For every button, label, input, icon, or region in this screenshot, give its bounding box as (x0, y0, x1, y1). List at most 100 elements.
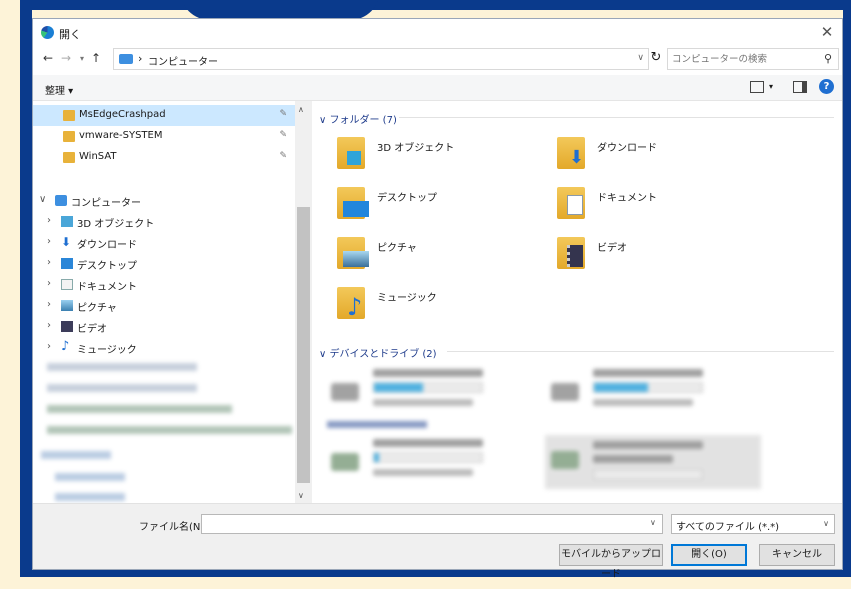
view-options-chevron-icon[interactable]: ▾ (769, 82, 773, 91)
nav-item-downloads[interactable]: › ⬇ ダウンロード (33, 232, 295, 253)
collapse-chevron-icon[interactable]: ∨ (39, 194, 46, 205)
change-view-icon[interactable] (750, 81, 764, 93)
nav-item-label: ミュージック (77, 345, 137, 356)
scroll-up-icon[interactable]: ∧ (298, 105, 304, 114)
drive-usage-fill (374, 453, 380, 462)
network-drive-tile[interactable] (331, 437, 541, 487)
nav-item-winsat[interactable]: WinSAT ✎ (33, 147, 295, 168)
expand-chevron-icon[interactable]: › (47, 215, 51, 226)
redacted-network-drive-entry[interactable] (47, 405, 232, 413)
close-icon[interactable]: ✕ (818, 23, 836, 41)
nav-item-documents[interactable]: › ドキュメント (33, 274, 295, 295)
up-arrow-icon[interactable]: ↑ (89, 51, 103, 65)
redacted-network-entry[interactable] (55, 473, 125, 481)
drive-tile[interactable] (551, 367, 761, 417)
file-type-value: すべてのファイル (*.*) (676, 522, 780, 533)
expand-chevron-icon[interactable]: › (47, 278, 51, 289)
open-button[interactable]: 開く(O) (671, 544, 747, 566)
recent-locations-chevron-icon[interactable]: ▾ (75, 54, 89, 63)
folder-tile-downloads[interactable]: ⬇ ダウンロード (557, 135, 767, 179)
file-name-field[interactable] (201, 514, 663, 534)
forward-arrow-icon[interactable]: → (59, 51, 73, 65)
network-drive-tile[interactable] (545, 435, 761, 489)
nav-item-desktop[interactable]: › デスクトップ (33, 253, 295, 274)
nav-scrollbar-thumb[interactable] (297, 207, 310, 483)
pin-icon[interactable]: ✎ (279, 130, 287, 140)
folder-icon (63, 131, 75, 142)
network-drive-icon (331, 453, 359, 471)
nav-item-label: MsEdgeCrashpad (79, 109, 166, 120)
drives-group-header[interactable]: ∨ デバイスとドライブ (2) (319, 345, 834, 360)
nav-item-videos[interactable]: › ビデオ (33, 316, 295, 337)
redacted-drive-entry[interactable] (47, 363, 197, 371)
nav-item-pictures[interactable]: › ピクチャ (33, 295, 295, 316)
expand-chevron-icon[interactable]: › (47, 320, 51, 331)
refresh-icon[interactable]: ↻ (647, 50, 665, 65)
search-input[interactable] (672, 51, 812, 67)
group-divider (399, 117, 834, 118)
redacted-network-drive-entry[interactable] (47, 426, 292, 434)
folder-tile-music[interactable]: ♪ ミュージック (337, 285, 547, 329)
folder-tile-pictures[interactable]: ピクチャ (337, 235, 547, 279)
nav-item-computer[interactable]: ∨ コンピューター (33, 190, 295, 211)
group-chevron-icon: ∨ (319, 115, 330, 126)
drive-name-redacted (593, 441, 703, 449)
search-icon[interactable]: ⚲ (824, 52, 832, 65)
decorative-frame-left (20, 0, 32, 577)
3d-objects-icon (347, 151, 361, 165)
nav-item-msedgecrashpad[interactable]: MsEdgeCrashpad ✎ (33, 105, 295, 126)
drive-name-redacted (373, 439, 483, 447)
folder-label: デスクトップ (377, 193, 437, 204)
folders-group-header[interactable]: ∨ フォルダー (7) (319, 111, 834, 126)
scroll-down-icon[interactable]: ∨ (298, 491, 304, 500)
organize-menu[interactable]: 整理 ▾ (45, 82, 73, 97)
file-name-dropdown-icon[interactable]: ∨ (650, 518, 656, 527)
folder-tile-videos[interactable]: ビデオ (557, 235, 767, 279)
pin-icon[interactable]: ✎ (279, 109, 287, 119)
nav-item-label: 3D オブジェクト (77, 219, 155, 230)
nav-item-3d-objects[interactable]: › 3D オブジェクト (33, 211, 295, 232)
cancel-button[interactable]: キャンセル (759, 544, 835, 566)
drive-usage-bar (593, 382, 703, 393)
expand-chevron-icon[interactable]: › (47, 236, 51, 247)
preview-pane-icon[interactable] (793, 81, 807, 93)
search-box[interactable]: ⚲ (667, 48, 839, 70)
drive-free-space-redacted (373, 469, 473, 476)
music-icon: ♪ (347, 293, 363, 321)
folder-label: ビデオ (597, 243, 627, 254)
drive-tile[interactable] (331, 367, 541, 417)
network-locations-header-redacted[interactable] (327, 421, 427, 428)
address-bar[interactable]: › コンピューター ∨ (113, 48, 649, 70)
expand-chevron-icon[interactable]: › (47, 299, 51, 310)
breadcrumb-chevron-icon[interactable]: › (138, 52, 142, 65)
folder-tile-documents[interactable]: ドキュメント (557, 185, 767, 229)
pictures-icon (343, 251, 369, 267)
expand-chevron-icon[interactable]: › (47, 257, 51, 268)
edge-icon (41, 26, 54, 39)
folder-tile-3d-objects[interactable]: 3D オブジェクト (337, 135, 547, 179)
redacted-network-entry[interactable] (55, 493, 125, 501)
expand-chevron-icon[interactable]: › (47, 341, 51, 352)
back-arrow-icon[interactable]: ← (41, 51, 55, 65)
dialog-title: 開く (59, 28, 81, 41)
breadcrumb-location[interactable]: コンピューター (148, 53, 218, 68)
pin-icon[interactable]: ✎ (279, 151, 287, 161)
file-type-dropdown-icon[interactable]: ∨ (823, 519, 829, 528)
help-icon[interactable]: ? (819, 79, 834, 94)
open-file-dialog: 開く ✕ ← → ▾ ↑ › コンピューター ∨ ↻ ⚲ 整理 ▾ ▾ ? Ms… (32, 18, 843, 580)
folder-tile-desktop[interactable]: デスクトップ (337, 185, 547, 229)
nav-item-vmware-system[interactable]: vmware-SYSTEM ✎ (33, 126, 295, 147)
file-name-input[interactable] (205, 516, 645, 532)
decorative-frame-top (20, 0, 851, 10)
redacted-network-entry[interactable] (41, 451, 111, 459)
nav-item-label: ドキュメント (77, 282, 137, 293)
upload-from-mobile-button[interactable]: モバイルからアップロード (559, 544, 663, 580)
drive-usage-bar (373, 452, 483, 463)
file-type-select[interactable]: すべてのファイル (*.*) ∨ (671, 514, 835, 534)
folders-header-label: フォルダー (7) (329, 115, 397, 126)
nav-item-music[interactable]: › ♪ ミュージック (33, 337, 295, 358)
redacted-drive-entry[interactable] (47, 384, 197, 392)
computer-icon (55, 195, 67, 206)
address-dropdown-icon[interactable]: ∨ (637, 53, 644, 63)
folder-label: ピクチャ (377, 243, 417, 254)
